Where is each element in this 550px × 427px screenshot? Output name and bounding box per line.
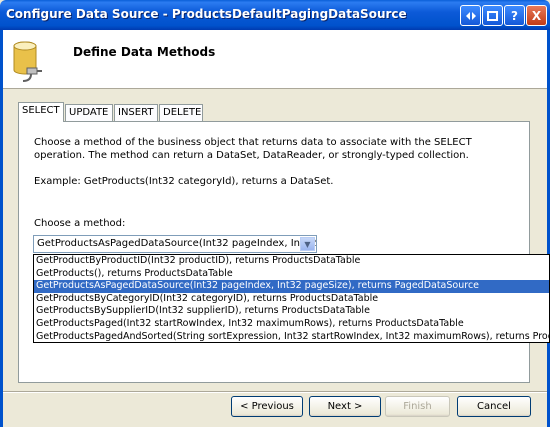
next-button[interactable]: Next > (309, 396, 381, 417)
method-option[interactable]: GetProducts(), returns ProductsDataTable (34, 268, 549, 281)
tab-update[interactable]: UPDATE (65, 104, 113, 121)
dialog-window: Configure Data Source - ProductsDefaultP… (0, 0, 550, 427)
back-forward-icon[interactable] (460, 5, 481, 26)
method-option[interactable]: GetProductByProductID(Int32 productID), … (34, 255, 549, 268)
select-description: Choose a method of the business object t… (34, 137, 472, 161)
method-dropdown-list[interactable]: GetProductByProductID(Int32 productID), … (33, 254, 550, 343)
cancel-button[interactable]: Cancel (457, 396, 531, 417)
method-option[interactable]: GetProductsPaged(Int32 startRowIndex, In… (34, 318, 549, 331)
choose-method-label: Choose a method: (34, 218, 126, 229)
page-title: Define Data Methods (73, 45, 216, 59)
title-bar[interactable]: Configure Data Source - ProductsDefaultP… (0, 0, 550, 30)
tab-delete[interactable]: DELETE (159, 104, 203, 121)
window-border-left (0, 30, 3, 427)
finish-button[interactable]: Finish (385, 396, 450, 417)
database-icon (13, 41, 42, 82)
method-option[interactable]: GetProductsPagedAndSorted(String sortExp… (34, 331, 549, 342)
method-option[interactable]: GetProductsByCategoryID(Int32 categoryID… (34, 293, 549, 306)
method-option[interactable]: GetProductsBySupplierID(Int32 supplierID… (34, 305, 549, 318)
maximize-icon[interactable] (482, 5, 503, 26)
tab-select[interactable]: SELECT (18, 102, 64, 122)
window-title: Configure Data Source - ProductsDefaultP… (6, 7, 407, 21)
footer-divider (3, 391, 547, 393)
wizard-header: Define Data Methods (3, 30, 547, 89)
select-example: Example: GetProducts(Int32 categoryId), … (34, 176, 334, 187)
help-button[interactable]: ? (504, 5, 525, 26)
method-combobox[interactable]: GetProductsAsPagedDataSource(Int32 pageI… (33, 235, 317, 253)
chevron-down-icon[interactable]: ▼ (300, 237, 315, 251)
previous-button[interactable]: < Previous (231, 396, 303, 417)
tab-insert[interactable]: INSERT (114, 104, 158, 121)
method-option[interactable]: GetProductsAsPagedDataSource(Int32 pageI… (34, 280, 549, 293)
close-button[interactable]: X (526, 5, 547, 26)
method-combobox-value: GetProductsAsPagedDataSource(Int32 pageI… (37, 238, 316, 249)
